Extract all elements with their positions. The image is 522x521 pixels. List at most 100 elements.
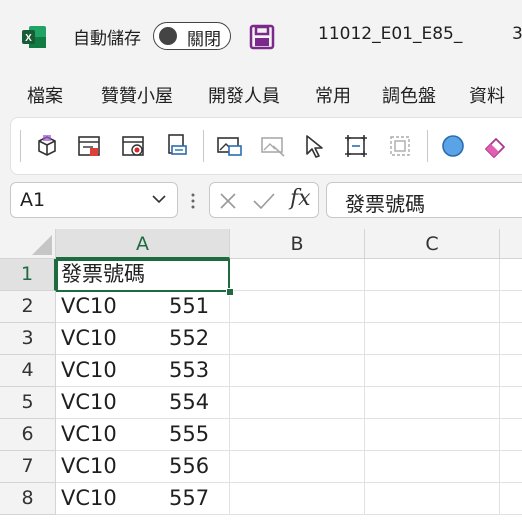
cell-a[interactable]: VC10 555 <box>56 419 230 451</box>
tab-file[interactable]: 檔案 <box>27 82 63 108</box>
autosave-toggle[interactable]: 關閉 <box>153 22 231 50</box>
print-preview-icon[interactable] <box>163 132 191 160</box>
row-header[interactable]: 8 <box>0 483 56 515</box>
cell-b[interactable] <box>230 323 365 355</box>
name-box[interactable]: A1 <box>10 182 178 218</box>
crop-frame-icon[interactable] <box>342 132 370 160</box>
cell-c[interactable] <box>365 483 500 515</box>
column-header-b[interactable]: B <box>230 229 365 259</box>
cell-a[interactable]: VC10 557 <box>56 483 230 515</box>
circle-shape-icon[interactable] <box>439 132 467 160</box>
cell-a[interactable]: VC10 553 <box>56 355 230 387</box>
ribbon-toolbar <box>10 117 522 175</box>
cell-c[interactable] <box>365 451 500 483</box>
cell-c[interactable] <box>365 355 500 387</box>
fill-handle[interactable] <box>226 288 234 296</box>
excel-logo-icon[interactable]: X <box>21 25 47 49</box>
cell-text: VC10 <box>61 294 117 318</box>
cell-a[interactable]: VC10 556 <box>56 451 230 483</box>
row-header[interactable]: 3 <box>0 323 56 355</box>
confirm-icon[interactable] <box>252 191 276 211</box>
tab-home[interactable]: 常用 <box>315 82 351 108</box>
row-header[interactable]: 7 <box>0 451 56 483</box>
tab-developer[interactable]: 開發人員 <box>208 82 280 108</box>
select-all-corner[interactable] <box>0 229 56 259</box>
formula-input[interactable]: 發票號碼 <box>326 182 522 218</box>
cell-b[interactable] <box>230 259 365 291</box>
picture-screen-icon[interactable] <box>215 132 243 160</box>
picture-disabled-icon <box>259 132 287 160</box>
cell-b[interactable] <box>230 291 365 323</box>
tab-data[interactable]: 資料 <box>469 82 505 108</box>
tab-palette[interactable]: 調色盤 <box>382 82 436 108</box>
cell-a[interactable]: VC10 551 <box>56 291 230 323</box>
cell-a[interactable]: VC10 554 <box>56 387 230 419</box>
cell-text-suffix: 554 <box>167 387 210 418</box>
save-icon[interactable] <box>249 24 275 50</box>
more-dots-icon[interactable] <box>190 191 196 211</box>
cell-d[interactable] <box>500 259 522 291</box>
cell-text-suffix: 552 <box>167 323 210 354</box>
name-box-value: A1 <box>20 189 46 211</box>
cell-text-suffix: 553 <box>167 355 210 386</box>
formula-content: 發票號碼 <box>345 192 425 216</box>
cell-a[interactable]: 發票號碼 <box>56 259 230 291</box>
cell-text: VC10 <box>61 454 117 478</box>
cell-c[interactable] <box>365 323 500 355</box>
spreadsheet-grid: A B C 1 發票號碼 2 VC10 551 3 VC10 552 4 VC10 553 5 VC10… <box>0 229 522 521</box>
column-header-c[interactable]: C <box>365 229 500 259</box>
cell-c[interactable] <box>365 259 500 291</box>
form-icon[interactable] <box>75 132 103 160</box>
cell-text: VC10 <box>61 326 117 350</box>
cell-b[interactable] <box>230 451 365 483</box>
column-header-a[interactable]: A <box>56 229 230 259</box>
document-title-overflow: 3 <box>512 24 522 44</box>
select-cursor-icon[interactable] <box>300 132 328 160</box>
row-header[interactable]: 5 <box>0 387 56 419</box>
document-title: 11012_E01_E85_ <box>318 24 463 44</box>
cell-d[interactable] <box>500 419 522 451</box>
cell-b[interactable] <box>230 419 365 451</box>
eraser-icon[interactable] <box>481 132 509 160</box>
svg-text:X: X <box>25 33 32 44</box>
cell-text-suffix: 555 <box>167 419 210 450</box>
title-bar: X 自動儲存 關閉 11012_E01_E85_ 3 <box>0 0 522 70</box>
select-all-triangle <box>32 235 52 255</box>
row-header[interactable]: 6 <box>0 419 56 451</box>
cancel-icon[interactable] <box>218 191 238 211</box>
cell-b[interactable] <box>230 355 365 387</box>
cell-d[interactable] <box>500 483 522 515</box>
insert-function-button[interactable]: fx <box>290 186 311 211</box>
3d-box-icon[interactable] <box>33 132 61 160</box>
cell-text: VC10 <box>61 358 117 382</box>
record-macro-icon[interactable] <box>119 132 147 160</box>
cell-d[interactable] <box>500 291 522 323</box>
column-header-d[interactable] <box>500 229 522 259</box>
cell-c[interactable] <box>365 419 500 451</box>
ribbon-tabs: 檔案 贊贊小屋 開發人員 常用 調色盤 資料 <box>0 78 522 112</box>
cell-d[interactable] <box>500 387 522 419</box>
row-header[interactable]: 4 <box>0 355 56 387</box>
row-header[interactable]: 1 <box>0 259 56 291</box>
cell-text: 發票號碼 <box>61 262 145 286</box>
cell-text-suffix: 556 <box>167 451 210 482</box>
cell-text: VC10 <box>61 390 117 414</box>
cell-a[interactable]: VC10 552 <box>56 323 230 355</box>
cell-c[interactable] <box>365 387 500 419</box>
cell-d[interactable] <box>500 451 522 483</box>
cell-d[interactable] <box>500 355 522 387</box>
formula-buttons: fx <box>209 182 319 218</box>
toggle-knob <box>159 27 177 45</box>
cell-b[interactable] <box>230 387 365 419</box>
tab-addin[interactable]: 贊贊小屋 <box>101 82 173 108</box>
cell-d[interactable] <box>500 323 522 355</box>
cell-b[interactable] <box>230 483 365 515</box>
cell-c[interactable] <box>365 291 500 323</box>
group-disabled-icon <box>386 132 414 160</box>
chevron-down-icon[interactable] <box>151 191 167 207</box>
separator <box>203 130 204 162</box>
row-header[interactable]: 2 <box>0 291 56 323</box>
autosave-label: 自動儲存 <box>73 29 141 49</box>
cell-text-suffix: 557 <box>167 483 210 514</box>
cell-text: VC10 <box>61 486 117 510</box>
